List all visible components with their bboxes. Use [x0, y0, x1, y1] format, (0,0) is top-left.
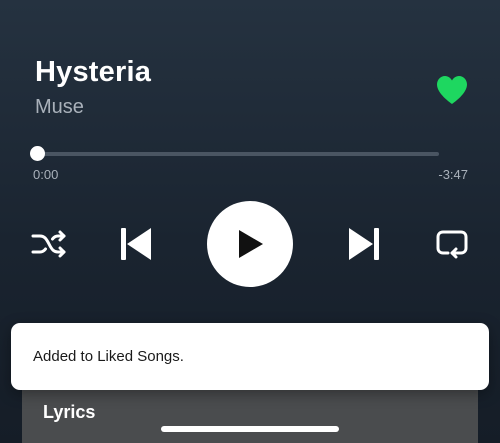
- skip-previous-icon: [121, 228, 151, 260]
- progress-bar[interactable]: [30, 146, 439, 161]
- progress-knob[interactable]: [30, 146, 45, 161]
- time-remaining: -3:47: [438, 167, 468, 182]
- time-elapsed: 0:00: [33, 167, 59, 182]
- play-button[interactable]: [207, 201, 293, 287]
- skip-next-icon: [349, 228, 379, 260]
- previous-button[interactable]: [114, 222, 158, 266]
- like-button[interactable]: [434, 74, 470, 106]
- repeat-button[interactable]: [434, 227, 470, 261]
- toast-message: Added to Liked Songs.: [33, 348, 184, 365]
- repeat-icon: [436, 230, 468, 259]
- toast-notification: Added to Liked Songs.: [11, 323, 489, 390]
- heart-filled-icon: [437, 76, 467, 104]
- lyrics-label: Lyrics: [43, 402, 96, 422]
- track-title[interactable]: Hysteria: [35, 54, 151, 90]
- shuffle-button[interactable]: [30, 228, 68, 260]
- play-icon: [239, 230, 263, 258]
- shuffle-icon: [31, 230, 66, 258]
- track-artist[interactable]: Muse: [35, 95, 84, 119]
- next-button[interactable]: [342, 222, 386, 266]
- home-indicator[interactable]: [161, 426, 339, 432]
